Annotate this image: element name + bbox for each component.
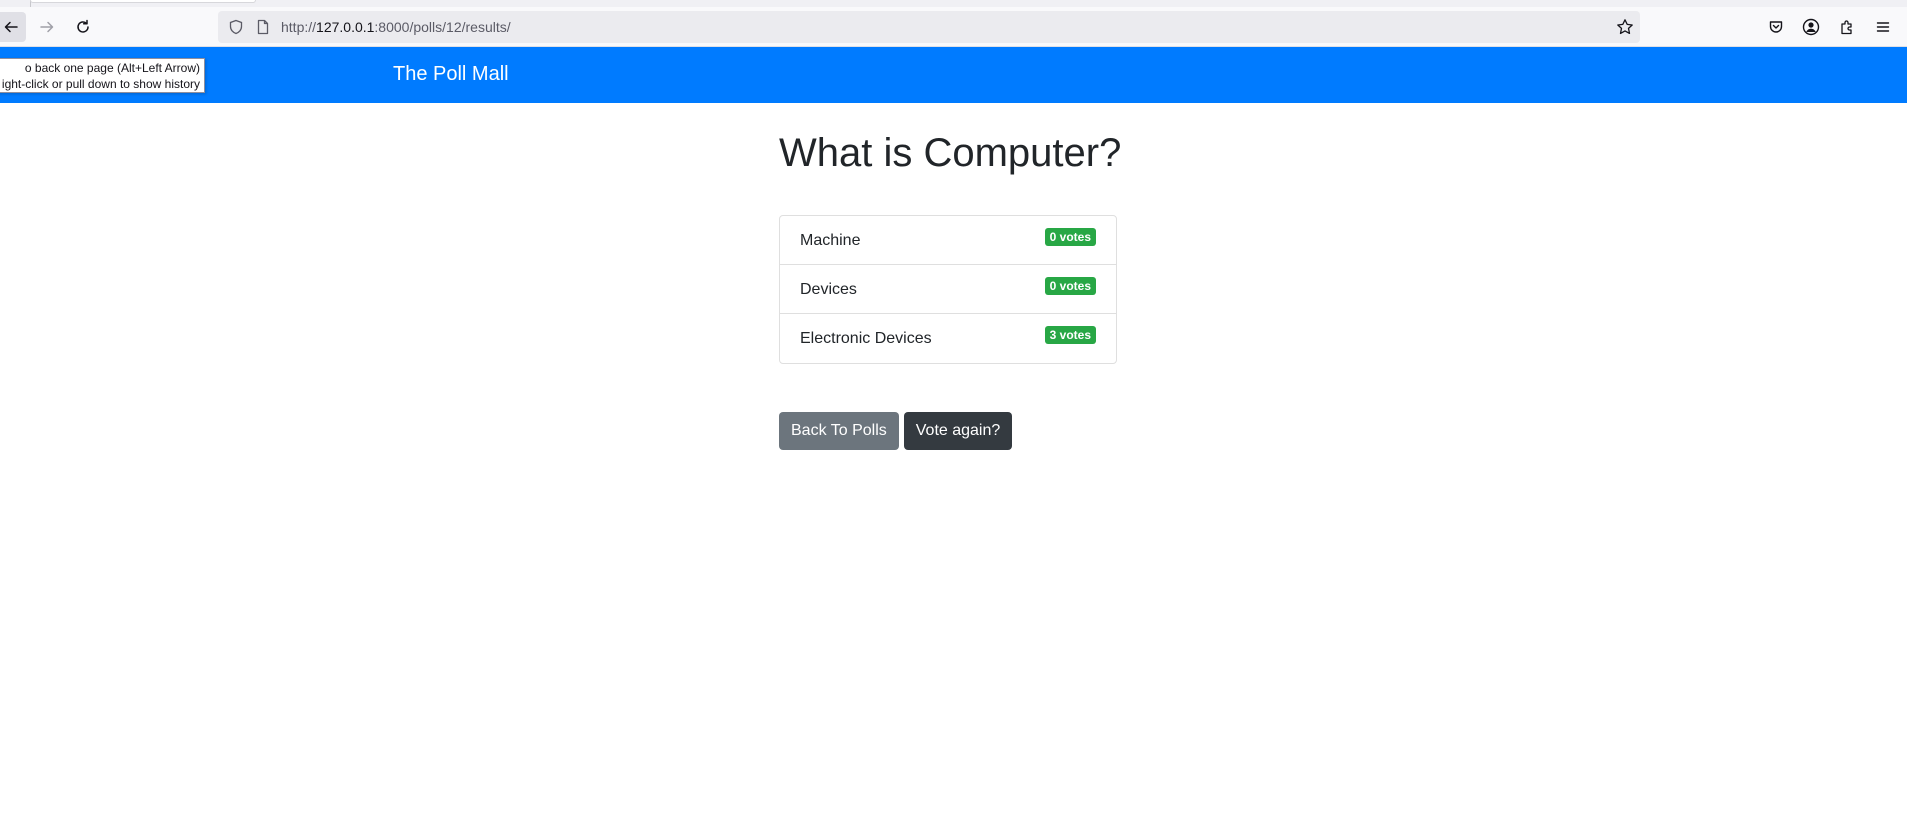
url-text[interactable]: http://127.0.0.1:8000/polls/12/results/ (281, 19, 511, 35)
vote-count-badge: 0 votes (1044, 277, 1096, 295)
star-icon[interactable] (1616, 18, 1634, 36)
pocket-button[interactable] (1767, 18, 1785, 36)
active-tab[interactable] (30, 0, 256, 3)
url-path: :8000/polls/12/results/ (374, 19, 511, 35)
results-list: Machine 0 votes Devices 0 votes Electron… (779, 215, 1117, 364)
tooltip-line-1: o back one page (Alt+Left Arrow) (24, 61, 200, 75)
poll-question: What is Computer? (779, 131, 1122, 175)
choice-text: Electronic Devices (800, 330, 932, 347)
back-to-polls-button[interactable]: Back To Polls (779, 412, 899, 450)
vote-count-badge: 0 votes (1044, 228, 1096, 246)
back-button-tooltip: o back one page (Alt+Left Arrow) ight-cl… (0, 58, 205, 93)
account-button[interactable] (1802, 18, 1820, 36)
url-host: 127.0.0.1 (316, 19, 375, 35)
reload-button[interactable] (68, 12, 98, 42)
menu-button[interactable] (1874, 18, 1892, 36)
action-buttons: Back To Polls Vote again? (779, 412, 1117, 450)
list-item: Machine 0 votes (780, 216, 1116, 265)
back-button[interactable] (0, 12, 26, 42)
choice-text: Devices (800, 281, 857, 298)
back-arrow-icon (4, 21, 18, 33)
poll-results: What is Computer? Machine 0 votes Device… (779, 103, 1122, 450)
list-item: Electronic Devices 3 votes (780, 314, 1116, 363)
forward-arrow-icon (40, 21, 54, 33)
account-icon (1802, 18, 1820, 36)
vote-count-badge: 3 votes (1044, 326, 1096, 344)
navbar: The Poll Mall (0, 47, 1907, 103)
pocket-icon (1769, 21, 1783, 33)
extensions-button[interactable] (1838, 18, 1856, 36)
url-bar[interactable]: http://127.0.0.1:8000/polls/12/results/ (218, 11, 1640, 43)
shield-icon[interactable] (228, 19, 244, 35)
navbar-brand[interactable]: The Poll Mall (393, 63, 509, 86)
forward-button[interactable] (32, 12, 62, 42)
extensions-icon (1841, 20, 1852, 35)
menu-icon (1876, 22, 1890, 32)
url-prefix: http:// (281, 19, 317, 35)
tooltip-line-2: ight-click or pull down to show history (1, 77, 200, 91)
browser-toolbar: http://127.0.0.1:8000/polls/12/results/ (0, 7, 1907, 47)
choice-text: Machine (800, 232, 861, 249)
vote-again-button[interactable]: Vote again? (903, 412, 1013, 450)
tab-strip (0, 0, 1907, 7)
list-item: Devices 0 votes (780, 265, 1116, 314)
page-icon[interactable] (255, 19, 271, 35)
reload-icon (77, 19, 89, 33)
